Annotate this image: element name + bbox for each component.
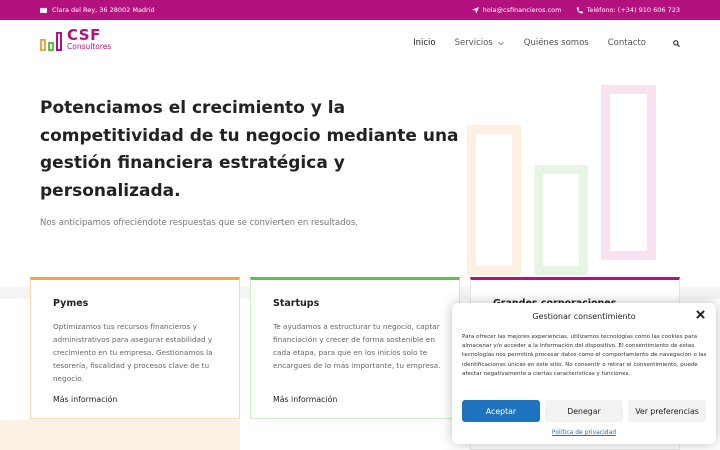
address-text: Clara del Rey, 36 28002 Madrid (52, 6, 155, 14)
search-icon (673, 39, 680, 47)
nav-item-label: Inicio (413, 38, 436, 48)
phone-link[interactable]: Teléfono: (+34) 910 606 723 (576, 6, 681, 14)
nav-item-inicio[interactable]: Inicio (404, 38, 445, 48)
consent-title: Gestionar consentimiento (532, 312, 636, 321)
logo-bars (40, 31, 62, 51)
more-info-link[interactable]: Más información (53, 395, 117, 404)
nav-item-servicios[interactable]: Servicios (446, 38, 513, 48)
nav-item-label: Servicios (454, 38, 493, 48)
logo[interactable]: CSF Consultores (40, 28, 111, 51)
logo-brand: CSF (67, 26, 101, 44)
nav-item-contacto[interactable]: Contacto (599, 38, 655, 48)
map-icon (40, 7, 47, 13)
card-title: Startups (273, 298, 320, 309)
deny-button[interactable]: Denegar (545, 400, 623, 422)
cookie-consent-dialog: Gestionar consentimiento Para ofrecer la… (452, 303, 716, 444)
card-pymes: Pymes Optimizamos tus recursos financier… (30, 277, 240, 419)
phone-icon (576, 6, 583, 14)
logo-sub: Consultores (67, 42, 112, 51)
top-bar: Clara del Rey, 36 28002 Madrid hola@csfi… (0, 0, 720, 20)
consent-body: Para ofrecer las mejores experiencias, u… (462, 334, 707, 377)
address-item: Clara del Rey, 36 28002 Madrid (40, 6, 155, 14)
site-header: CSF Consultores Inicio Servicios Quiénes… (0, 20, 720, 66)
hero-lead: Nos anticipamos ofreciéndote respuestas … (40, 218, 358, 228)
preferences-button[interactable]: Ver preferencias (628, 400, 706, 422)
card-startups: Startups Te ayudamos a estructurar tu ne… (250, 277, 460, 419)
decorative-bars (467, 85, 657, 285)
chevron-down-icon (498, 41, 504, 45)
hero-section: Potenciamos el crecimiento y la competit… (0, 66, 720, 290)
email-link[interactable]: hola@csfinancieros.com (471, 6, 562, 14)
nav-item-label: Quiénes somos (523, 38, 589, 48)
card-shadow (0, 420, 240, 450)
hero-title: Potenciamos el crecimiento y la competit… (40, 98, 459, 201)
accept-button[interactable]: Aceptar (462, 400, 540, 422)
nav-item-quienes-somos[interactable]: Quiénes somos (515, 38, 598, 48)
send-icon (471, 6, 479, 14)
email-text: hola@csfinancieros.com (482, 6, 562, 14)
close-button[interactable] (696, 309, 705, 322)
close-icon (696, 310, 705, 319)
card-text: Optimizamos tus recursos financieros y a… (53, 322, 213, 383)
search-button[interactable] (664, 39, 680, 47)
more-info-link[interactable]: Más información (273, 395, 337, 404)
nav-item-label: Contacto (607, 38, 646, 48)
privacy-policy-link[interactable]: Política de privacidad (452, 429, 716, 436)
main-nav: Inicio Servicios Quiénes somos Contacto (404, 20, 680, 66)
card-text: Te ayudamos a estructurar tu negocio, ca… (273, 322, 441, 370)
card-title: Pymes (53, 298, 89, 309)
phone-text: Teléfono: (+34) 910 606 723 (586, 6, 681, 14)
